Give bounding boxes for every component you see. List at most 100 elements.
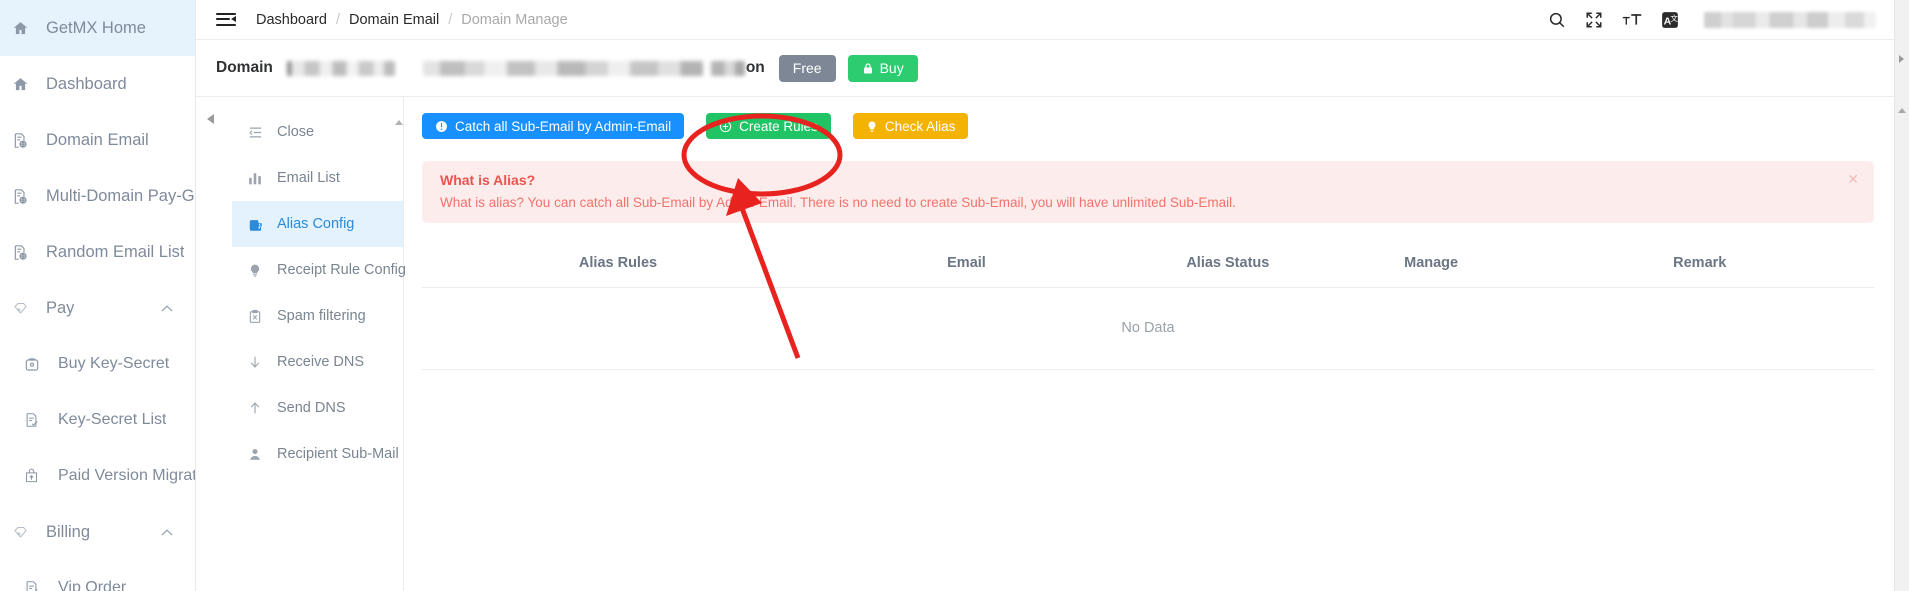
svg-text:文: 文 <box>1670 12 1678 22</box>
submenu-item-close[interactable]: Close <box>232 109 403 155</box>
submenu-scroll-up[interactable] <box>395 103 403 591</box>
home-icon <box>12 18 36 38</box>
diamond-plus-icon <box>12 298 36 318</box>
table-header-row: Alias Rules Email Alias Status Manage Re… <box>422 241 1874 288</box>
arrow-down-icon <box>248 354 270 370</box>
doc-check-icon <box>24 578 48 591</box>
sidebar-item-label: Buy Key-Secret <box>58 355 170 372</box>
create-rules-button[interactable]: Create Rules <box>706 113 831 139</box>
breadcrumb: Dashboard / Domain Email / Domain Manage <box>256 12 568 28</box>
globe-doc-icon <box>12 130 36 150</box>
column-email: Email <box>814 241 1119 288</box>
submenu-item-spam-filtering[interactable]: Spam filtering <box>232 293 403 339</box>
buy-button[interactable]: Buy <box>847 54 918 82</box>
scroll-up-arrow-icon <box>395 103 403 125</box>
info-circle-icon <box>435 120 448 133</box>
sidebar-item-key-secret-list[interactable]: Key-Secret List <box>0 392 195 448</box>
submenu-item-label: Recipient Sub-Mail <box>277 446 399 462</box>
domain-value-masked-part3 <box>710 60 745 76</box>
scrollbar-right-arrow-icon <box>1899 55 1904 63</box>
sidebar-item-label: Dashboard <box>46 74 127 93</box>
submenu-item-label: Alias Config <box>277 216 355 232</box>
sidebar-item-domain-email[interactable]: Domain Email <box>0 112 195 168</box>
header-actions: A 文 <box>1548 11 1876 29</box>
breadcrumb-dashboard[interactable]: Dashboard <box>256 12 327 28</box>
main-region: Dashboard / Domain Email / Domain Manage <box>196 0 1894 591</box>
submenu-item-label: Receive DNS <box>277 354 365 370</box>
domain-bar: Domain on Free Buy <box>196 40 1894 97</box>
hamburger-collapse-icon[interactable] <box>216 12 236 28</box>
search-icon[interactable] <box>1548 11 1566 29</box>
catch-all-sub-email-label: Catch all Sub-Email by Admin-Email <box>455 118 672 134</box>
font-size-icon[interactable] <box>1622 11 1642 29</box>
domain-value-masked-part1 <box>286 60 395 76</box>
scrollbar-up-arrow-icon <box>1898 108 1906 113</box>
user-icon <box>248 447 270 462</box>
sidebar-item-random-email-list[interactable]: Random Email List <box>0 224 195 280</box>
breadcrumb-domain-email[interactable]: Domain Email <box>349 12 439 28</box>
breadcrumb-domain-manage: Domain Manage <box>461 11 568 28</box>
alias-rules-table: Alias Rules Email Alias Status Manage Re… <box>422 241 1874 370</box>
alias-info-alert: What is Alias? What is alias? You can ca… <box>422 161 1874 223</box>
plus-circle-icon <box>719 120 732 133</box>
wallet-icon <box>248 217 270 232</box>
sidebar-item-getmx-home[interactable]: GetMX Home <box>0 0 195 56</box>
sidebar-item-label: Domain Email <box>46 130 149 149</box>
doc-check-icon <box>24 410 48 430</box>
submenu-item-receipt-rule-config[interactable]: Receipt Rule Config <box>232 247 406 293</box>
content-collapse-strip <box>196 97 232 591</box>
translate-icon[interactable]: A 文 <box>1661 11 1679 29</box>
sidebar-item-label: GetMX Home <box>46 18 146 37</box>
buy-button-label: Buy <box>879 60 904 76</box>
bag-upload-icon <box>24 466 48 486</box>
catch-all-sub-email-button[interactable]: Catch all Sub-Email by Admin-Email <box>422 113 685 139</box>
sidebar-item-label: Paid Version Migration <box>58 467 195 484</box>
account-name-masked[interactable] <box>1704 11 1876 28</box>
submenu-item-send-dns[interactable]: Send DNS <box>232 385 403 431</box>
fullscreen-icon[interactable] <box>1585 11 1603 29</box>
sidebar-item-label: Random Email List <box>46 242 185 261</box>
table-empty-row: No Data <box>422 287 1874 370</box>
app-root: GetMX Home Dashboard Domain Email Multi-… <box>0 0 1909 591</box>
submenu-item-receive-dns[interactable]: Receive DNS <box>232 339 403 385</box>
sidebar-group-label: Pay <box>46 298 75 317</box>
alias-config-content: Catch all Sub-Email by Admin-Email Creat… <box>404 97 1894 591</box>
check-alias-button[interactable]: Check Alias <box>852 113 969 139</box>
submenu-item-email-list[interactable]: Email List <box>232 155 403 201</box>
chevron-up-icon <box>161 299 173 318</box>
collapse-left-icon <box>248 125 270 140</box>
sidebar-item-label: Key-Secret List <box>58 411 167 428</box>
sidebar-item-dashboard[interactable]: Dashboard <box>0 56 195 112</box>
globe-doc-icon <box>12 186 36 206</box>
sidebar-group-billing[interactable]: Billing <box>0 504 195 560</box>
domain-label: Domain <box>216 59 273 76</box>
domain-value-masked-part2 <box>422 60 703 76</box>
page-scrollbar[interactable] <box>1894 0 1909 591</box>
table-empty-text: No Data <box>422 287 1874 370</box>
domain-value-tail: on <box>745 59 765 76</box>
column-alias-status: Alias Status <box>1118 241 1337 288</box>
sidebar-item-paid-version-migration[interactable]: Paid Version Migration <box>0 448 195 504</box>
globe-doc-icon <box>12 242 36 262</box>
alert-text: What is alias? You can catch all Sub-Ema… <box>440 195 1236 210</box>
column-remark: Remark <box>1525 241 1874 288</box>
close-icon[interactable]: ✕ <box>1847 172 1859 186</box>
main-sidebar: GetMX Home Dashboard Domain Email Multi-… <box>0 0 196 591</box>
sidebar-item-buy-key-secret[interactable]: Buy Key-Secret <box>0 336 195 392</box>
column-alias-rules: Alias Rules <box>422 241 815 288</box>
sidebar-item-multi-domain-pay-group[interactable]: Multi-Domain Pay-Group <box>0 168 195 224</box>
domain-submenu: Close Email List Alias Config Receipt Ru… <box>232 97 406 591</box>
submenu-item-recipient-sub-mail[interactable]: Recipient Sub-Mail <box>232 431 403 477</box>
submenu-item-alias-config[interactable]: Alias Config <box>232 201 403 247</box>
top-header: Dashboard / Domain Email / Domain Manage <box>196 0 1894 40</box>
create-rules-label: Create Rules <box>739 118 818 134</box>
sidebar-group-pay[interactable]: Pay <box>0 280 195 336</box>
alert-title: What is Alias? <box>440 172 536 188</box>
sidebar-item-label: Multi-Domain Pay-Group <box>46 186 195 205</box>
submenu-item-label: Spam filtering <box>277 308 366 324</box>
sidebar-item-vip-order[interactable]: Vip Order <box>0 560 195 591</box>
collapse-arrow-left-icon[interactable] <box>207 114 214 124</box>
page-body: Close Email List Alias Config Receipt Ru… <box>196 97 1894 591</box>
diamond-plus-icon <box>12 522 36 542</box>
submenu-item-label: Send DNS <box>277 400 346 416</box>
